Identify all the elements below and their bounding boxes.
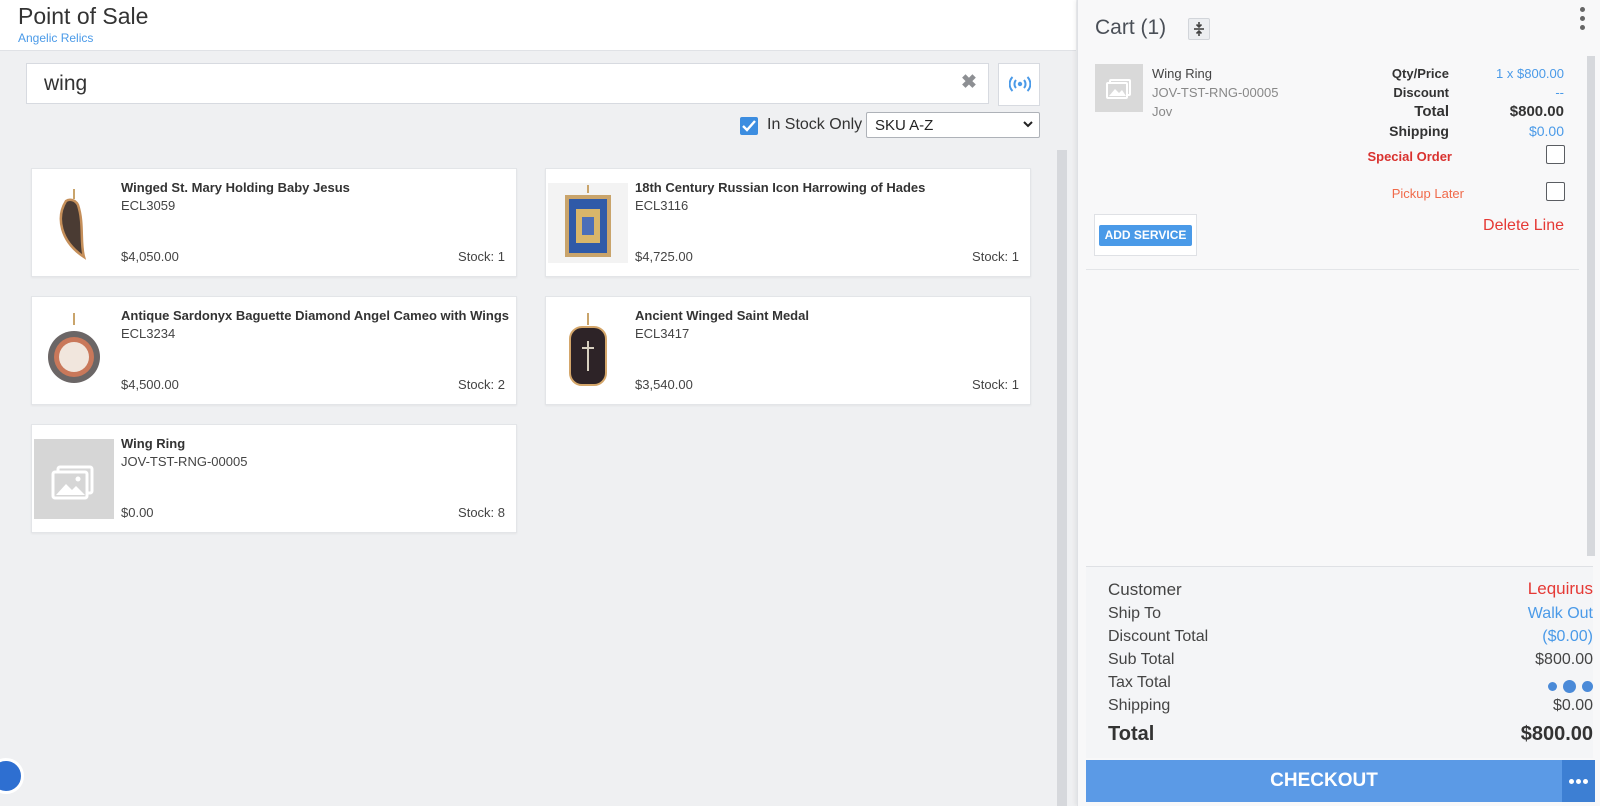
sub-total-label: Sub Total bbox=[1108, 651, 1175, 668]
cart-item-sku: JOV-TST-RNG-00005 bbox=[1152, 85, 1279, 100]
shipping-label: Shipping bbox=[1389, 123, 1449, 139]
add-service-button[interactable]: ADD SERVICE bbox=[1099, 225, 1192, 246]
search-input[interactable] bbox=[44, 64, 944, 103]
shipping-total-row: Shipping $0.00 bbox=[1108, 697, 1593, 715]
qty-price-label: Qty/Price bbox=[1391, 66, 1449, 81]
special-order-checkbox[interactable] bbox=[1546, 145, 1565, 164]
discount-value[interactable]: -- bbox=[1555, 85, 1564, 100]
cart-line-item: Wing Ring JOV-TST-RNG-00005 Jov Qty/Pric… bbox=[1086, 55, 1579, 270]
pickup-later-checkbox[interactable] bbox=[1546, 182, 1565, 201]
ship-to-row: Ship To Walk Out bbox=[1108, 605, 1593, 623]
product-name: Wing Ring bbox=[121, 436, 186, 451]
product-image bbox=[48, 313, 100, 383]
collapse-toggle-button[interactable] bbox=[1188, 18, 1210, 40]
tax-total-label: Tax Total bbox=[1108, 674, 1171, 691]
sub-total-row: Sub Total $800.00 bbox=[1108, 651, 1593, 669]
collapse-icon bbox=[1194, 22, 1204, 36]
in-stock-label[interactable]: In Stock Only bbox=[767, 116, 862, 134]
image-placeholder-icon bbox=[1095, 64, 1143, 112]
product-name: Winged St. Mary Holding Baby Jesus bbox=[121, 180, 350, 195]
product-price: $0.00 bbox=[121, 505, 154, 520]
cart-panel: Cart (1) Wing Ring JOV-TST-RNG-00005 Jov… bbox=[1077, 0, 1600, 806]
product-image bbox=[59, 189, 87, 260]
product-price: $3,540.00 bbox=[635, 377, 693, 392]
product-sku: ECL3417 bbox=[635, 326, 690, 341]
product-name: Antique Sardonyx Baguette Diamond Angel … bbox=[121, 308, 509, 323]
cart-item-brand: Jov bbox=[1152, 104, 1173, 119]
sort-select[interactable]: SKU A-Z bbox=[866, 112, 1040, 138]
chevron-down-icon bbox=[1023, 121, 1033, 128]
special-order-label: Special Order bbox=[1367, 149, 1452, 164]
product-image bbox=[548, 183, 628, 263]
product-card[interactable]: 18th Century Russian Icon Harrowing of H… bbox=[545, 168, 1031, 277]
discount-total-label: Discount Total bbox=[1108, 628, 1209, 645]
line-total-value: $800.00 bbox=[1509, 103, 1564, 120]
product-sku: JOV-TST-RNG-00005 bbox=[121, 454, 248, 469]
add-service-container: ADD SERVICE bbox=[1094, 214, 1197, 256]
product-price: $4,725.00 bbox=[635, 249, 693, 264]
sort-selected-value: SKU A-Z bbox=[875, 117, 934, 134]
product-name: Ancient Winged Saint Medal bbox=[635, 308, 809, 323]
product-card[interactable]: Winged St. Mary Holding Baby Jesus ECL30… bbox=[31, 168, 517, 277]
cart-summary: Customer Lequirus Ship To Walk Out Disco… bbox=[1086, 566, 1593, 758]
customer-row: Customer Lequirus bbox=[1108, 579, 1593, 600]
discount-label: Discount bbox=[1393, 85, 1449, 100]
scan-button[interactable] bbox=[998, 63, 1040, 106]
line-total-label: Total bbox=[1414, 103, 1449, 120]
product-name: 18th Century Russian Icon Harrowing of H… bbox=[635, 180, 926, 195]
grand-total-row: Total $800.00 bbox=[1108, 723, 1593, 746]
ship-to-label: Ship To bbox=[1108, 605, 1162, 622]
customer-value[interactable]: Lequirus bbox=[1528, 579, 1593, 599]
loading-dots-icon bbox=[1542, 678, 1593, 696]
grand-total-value: $800.00 bbox=[1520, 723, 1593, 745]
image-placeholder-icon bbox=[34, 439, 114, 519]
grand-total-label: Total bbox=[1108, 723, 1155, 745]
product-sku: ECL3116 bbox=[635, 198, 689, 213]
pickup-later-label: Pickup Later bbox=[1391, 186, 1464, 201]
product-stock: Stock: 1 bbox=[458, 249, 505, 264]
product-stock: Stock: 1 bbox=[972, 377, 1019, 392]
page-title: Point of Sale bbox=[18, 3, 149, 29]
qty-price-value[interactable]: 1 x $800.00 bbox=[1496, 66, 1564, 81]
product-list-scrollbar[interactable] bbox=[1057, 150, 1067, 806]
sub-total-value: $800.00 bbox=[1535, 651, 1593, 668]
shipping-value[interactable]: $0.00 bbox=[1529, 123, 1564, 139]
cart-title: Cart (1) bbox=[1095, 16, 1167, 39]
broadcast-icon bbox=[1009, 76, 1031, 92]
product-card[interactable]: Antique Sardonyx Baguette Diamond Angel … bbox=[31, 296, 517, 405]
product-sku: ECL3234 bbox=[121, 326, 176, 341]
discount-total-value[interactable]: ($0.00) bbox=[1542, 628, 1593, 646]
product-price: $4,050.00 bbox=[121, 249, 179, 264]
in-stock-checkbox[interactable] bbox=[740, 117, 758, 135]
product-stock: Stock: 8 bbox=[458, 505, 505, 520]
search-box: ✖ bbox=[26, 63, 989, 104]
product-stock: Stock: 1 bbox=[972, 249, 1019, 264]
cart-scrollbar[interactable] bbox=[1587, 56, 1595, 556]
shipping-total-label: Shipping bbox=[1108, 697, 1171, 714]
checkout-more-options-button[interactable] bbox=[1562, 760, 1595, 802]
product-image bbox=[569, 313, 607, 386]
clear-search-icon[interactable]: ✖ bbox=[960, 73, 978, 92]
product-card[interactable]: Ancient Winged Saint Medal ECL3417 $3,54… bbox=[545, 296, 1031, 405]
checkout-button[interactable]: CHECKOUT bbox=[1086, 760, 1562, 802]
support-chat-icon[interactable] bbox=[0, 758, 24, 794]
store-name-link[interactable]: Angelic Relics bbox=[18, 31, 93, 45]
customer-label: Customer bbox=[1108, 580, 1182, 599]
ship-to-value[interactable]: Walk Out bbox=[1528, 605, 1593, 623]
delete-line-button[interactable]: Delete Line bbox=[1483, 217, 1564, 235]
product-sku: ECL3059 bbox=[121, 198, 176, 213]
product-card[interactable]: Wing Ring JOV-TST-RNG-00005 $0.00 Stock:… bbox=[31, 424, 517, 533]
tax-total-row: Tax Total bbox=[1108, 674, 1593, 694]
product-price: $4,500.00 bbox=[121, 377, 179, 392]
cart-item-name: Wing Ring bbox=[1152, 66, 1212, 81]
more-options-icon[interactable] bbox=[1580, 7, 1586, 35]
shipping-total-value: $0.00 bbox=[1552, 697, 1593, 714]
check-icon bbox=[742, 120, 756, 132]
discount-total-row: Discount Total ($0.00) bbox=[1108, 628, 1593, 646]
page-header: Point of Sale Angelic Relics bbox=[0, 0, 1076, 51]
product-stock: Stock: 2 bbox=[458, 377, 505, 392]
